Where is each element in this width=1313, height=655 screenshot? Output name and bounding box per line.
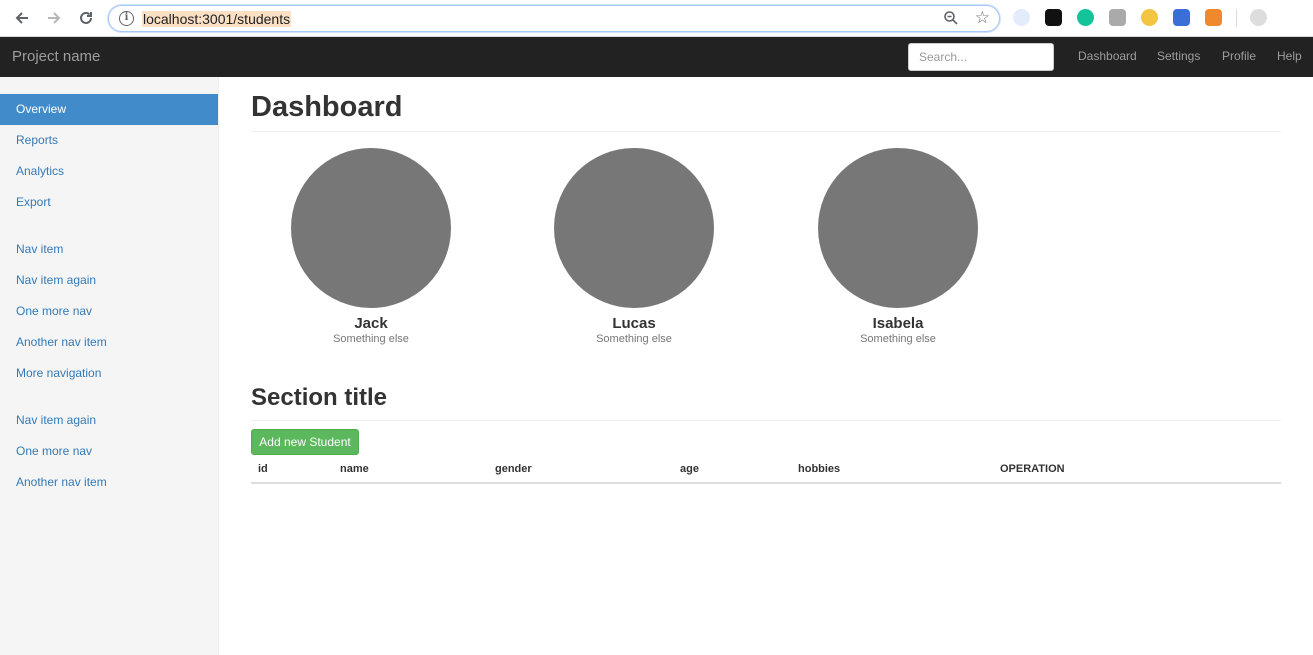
nav-link-settings[interactable]: Settings <box>1157 49 1200 63</box>
forward-icon[interactable] <box>42 7 66 29</box>
nav-link-dashboard[interactable]: Dashboard <box>1078 49 1137 63</box>
sidebar-item-nav-item-again[interactable]: Nav item again <box>0 265 218 296</box>
profile-avatar-icon[interactable] <box>1250 9 1267 26</box>
person-subtitle: Something else <box>596 333 672 345</box>
person-name: Lucas <box>612 315 656 332</box>
section-title: Section title <box>251 384 388 411</box>
avatar-lucas <box>554 148 714 308</box>
table-header-operation: OPERATION <box>1000 463 1065 475</box>
browser-toolbar: i localhost:3001/students ☆ <box>0 0 1313 37</box>
sidebar-item-one-more-nav-2[interactable]: One more nav <box>0 436 218 467</box>
sidebar-item-export[interactable]: Export <box>0 187 218 218</box>
table-header-id: id <box>258 463 268 475</box>
search-input[interactable] <box>908 43 1054 71</box>
star-icon[interactable]: ☆ <box>975 8 990 28</box>
section-title-divider <box>251 420 1281 421</box>
sidebar-item-overview[interactable]: Overview <box>0 94 218 125</box>
nav-link-profile[interactable]: Profile <box>1222 49 1256 63</box>
extension-grammarly-icon[interactable] <box>1077 9 1094 26</box>
person-name: Jack <box>354 315 388 332</box>
nav-link-help[interactable]: Help <box>1277 49 1302 63</box>
table-header-gender: gender <box>495 463 532 475</box>
extension-metamask-icon[interactable] <box>1205 9 1222 26</box>
back-icon[interactable] <box>10 7 34 29</box>
table-header-hobbies: hobbies <box>798 463 841 475</box>
extension-gray-icon[interactable] <box>1109 9 1126 26</box>
avatar-jack <box>291 148 451 308</box>
top-navbar: Project name Dashboard Settings Profile … <box>0 37 1313 77</box>
sidebar-item-another-nav-item-2[interactable]: Another nav item <box>0 467 218 498</box>
person-subtitle: Something else <box>860 333 936 345</box>
table-header-border <box>251 482 1281 484</box>
sidebar-item-more-navigation[interactable]: More navigation <box>0 358 218 389</box>
table-header-name: name <box>340 463 369 475</box>
avatar-isabela <box>818 148 978 308</box>
extension-hazard-icon[interactable] <box>1141 9 1158 26</box>
sidebar-item-one-more-nav[interactable]: One more nav <box>0 296 218 327</box>
brand-link[interactable]: Project name <box>12 48 100 65</box>
sidebar-item-nav-item[interactable]: Nav item <box>0 234 218 265</box>
info-icon[interactable]: i <box>119 11 134 26</box>
page-title-divider <box>251 131 1281 132</box>
url-text[interactable]: localhost:3001/students <box>142 11 292 27</box>
sidebar-item-analytics[interactable]: Analytics <box>0 156 218 187</box>
page-title: Dashboard <box>251 91 403 123</box>
extension-twitter-icon[interactable] <box>1013 9 1030 26</box>
toolbar-divider <box>1236 9 1237 27</box>
extension-calendar-icon[interactable] <box>1173 9 1190 26</box>
sidebar-item-another-nav-item[interactable]: Another nav item <box>0 327 218 358</box>
sidebar: Overview Reports Analytics Export Nav it… <box>0 77 219 655</box>
person-subtitle: Something else <box>333 333 409 345</box>
sidebar-item-reports[interactable]: Reports <box>0 125 218 156</box>
zoom-icon[interactable] <box>943 10 959 30</box>
address-bar[interactable]: i localhost:3001/students ☆ <box>108 5 1000 32</box>
sidebar-item-nav-item-again-2[interactable]: Nav item again <box>0 405 218 436</box>
table-header-age: age <box>680 463 699 475</box>
extension-tab-icon[interactable] <box>1045 9 1062 26</box>
reload-icon[interactable] <box>74 7 98 29</box>
add-student-button[interactable]: Add new Student <box>251 429 359 455</box>
person-name: Isabela <box>872 315 924 332</box>
